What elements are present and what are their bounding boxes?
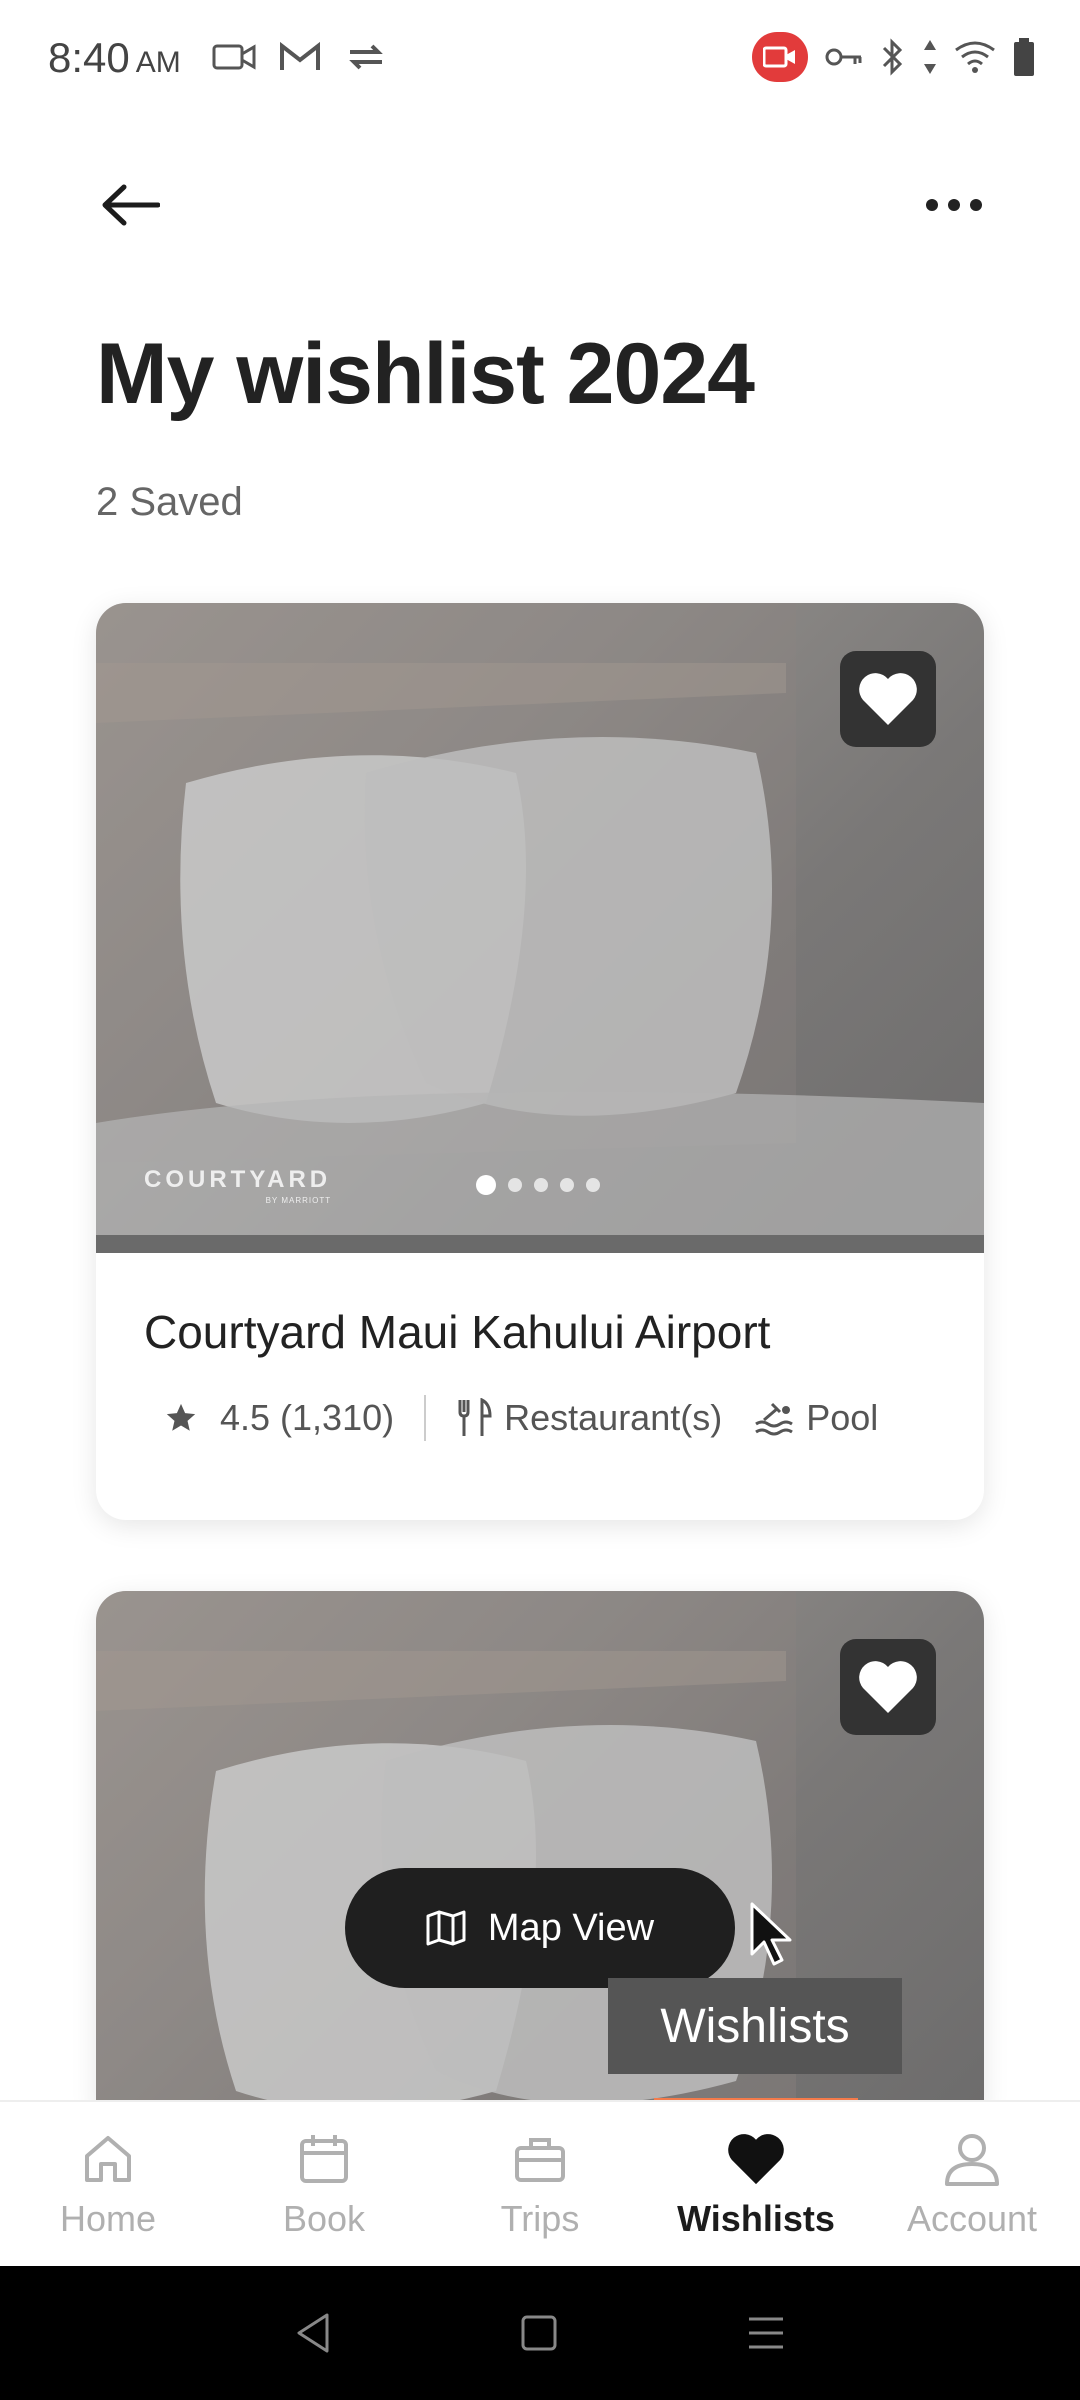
divider xyxy=(424,1395,427,1441)
system-home-icon[interactable] xyxy=(519,2313,559,2353)
wishlists-tooltip: Wishlists xyxy=(608,1978,902,2074)
brand-logo: COURTYARD BY MARRIOTT xyxy=(144,1166,332,1205)
person-icon xyxy=(945,2134,999,2186)
map-view-label: Map View xyxy=(487,1906,655,1949)
amenity-pool: Pool xyxy=(754,1397,878,1439)
map-view-button[interactable]: Map View xyxy=(345,1868,735,1988)
calendar-icon xyxy=(300,2135,348,2183)
status-bar: 8:40 AM xyxy=(0,0,1080,120)
screen-record-icon xyxy=(752,32,808,82)
mouse-cursor-icon xyxy=(750,1902,792,1966)
wishlist-heart-button[interactable] xyxy=(840,1639,936,1735)
carousel-dots xyxy=(476,1175,600,1195)
carousel-dot[interactable] xyxy=(534,1178,548,1192)
status-time: 8:40 AM xyxy=(48,34,181,81)
wifi-icon xyxy=(955,41,995,73)
back-button[interactable] xyxy=(92,170,168,240)
briefcase-icon xyxy=(515,2138,565,2182)
heart-icon xyxy=(859,673,917,725)
page-title: My wishlist 2024 xyxy=(96,326,755,422)
pool-icon xyxy=(755,1402,794,1436)
status-system-icons xyxy=(752,32,1036,82)
home-icon xyxy=(85,2136,131,2182)
map-icon xyxy=(426,1910,466,1946)
nav-account[interactable]: Account xyxy=(864,2102,1080,2266)
system-recents-icon[interactable] xyxy=(745,2313,787,2353)
system-back-icon[interactable] xyxy=(293,2311,333,2355)
heart-icon xyxy=(859,1661,917,1713)
more-dot-icon xyxy=(926,199,938,211)
rating: 4.5 (1,310) xyxy=(144,1397,394,1439)
fork-knife-icon xyxy=(458,1398,492,1436)
arrow-left-icon xyxy=(102,184,160,226)
star-icon xyxy=(166,1403,196,1431)
nav-trips[interactable]: Trips xyxy=(432,2102,648,2266)
nav-wishlists[interactable]: Wishlists xyxy=(648,2102,864,2266)
nav-book[interactable]: Book xyxy=(216,2102,432,2266)
vpn-key-icon xyxy=(825,48,862,66)
carousel-dot[interactable] xyxy=(560,1178,574,1192)
carousel-dot[interactable] xyxy=(476,1175,496,1195)
carousel-dot[interactable] xyxy=(508,1178,522,1192)
image-bottom-bar xyxy=(96,1235,984,1253)
battery-icon xyxy=(1014,38,1034,76)
amenity-restaurant: Restaurant(s) xyxy=(456,1397,722,1439)
status-notification-icons xyxy=(212,40,388,74)
sync-icon xyxy=(349,44,383,70)
data-arrows-icon xyxy=(924,40,936,74)
more-dot-icon xyxy=(948,199,960,211)
more-dot-icon xyxy=(970,199,982,211)
saved-count: 2 Saved xyxy=(96,480,243,524)
hotel-card[interactable]: COURTYARD BY MARRIOTT Courtyard Maui Kahu… xyxy=(96,603,984,1520)
nav-home[interactable]: Home xyxy=(0,2102,216,2266)
rating-text: 4.5 (1,310) xyxy=(220,1397,395,1438)
wishlist-heart-button[interactable] xyxy=(840,651,936,747)
carousel-dot[interactable] xyxy=(586,1178,600,1192)
card-details: Courtyard Maui Kahului Airport 4.5 (1,31… xyxy=(96,1253,984,1441)
video-icon xyxy=(212,44,256,70)
hotel-name[interactable]: Courtyard Maui Kahului Airport xyxy=(144,1305,936,1359)
gmail-icon xyxy=(280,41,320,70)
hotel-image[interactable]: COURTYARD BY MARRIOTT xyxy=(96,603,984,1253)
bottom-navigation: Home Book Trips Wishlists Account xyxy=(0,2100,1080,2266)
heart-icon xyxy=(728,2134,784,2185)
bluetooth-icon xyxy=(882,38,903,76)
hotel-meta: 4.5 (1,310) Restaurant(s) Pool xyxy=(144,1395,936,1441)
system-navigation-bar xyxy=(0,2266,1080,2400)
more-options-button[interactable] xyxy=(914,175,994,235)
